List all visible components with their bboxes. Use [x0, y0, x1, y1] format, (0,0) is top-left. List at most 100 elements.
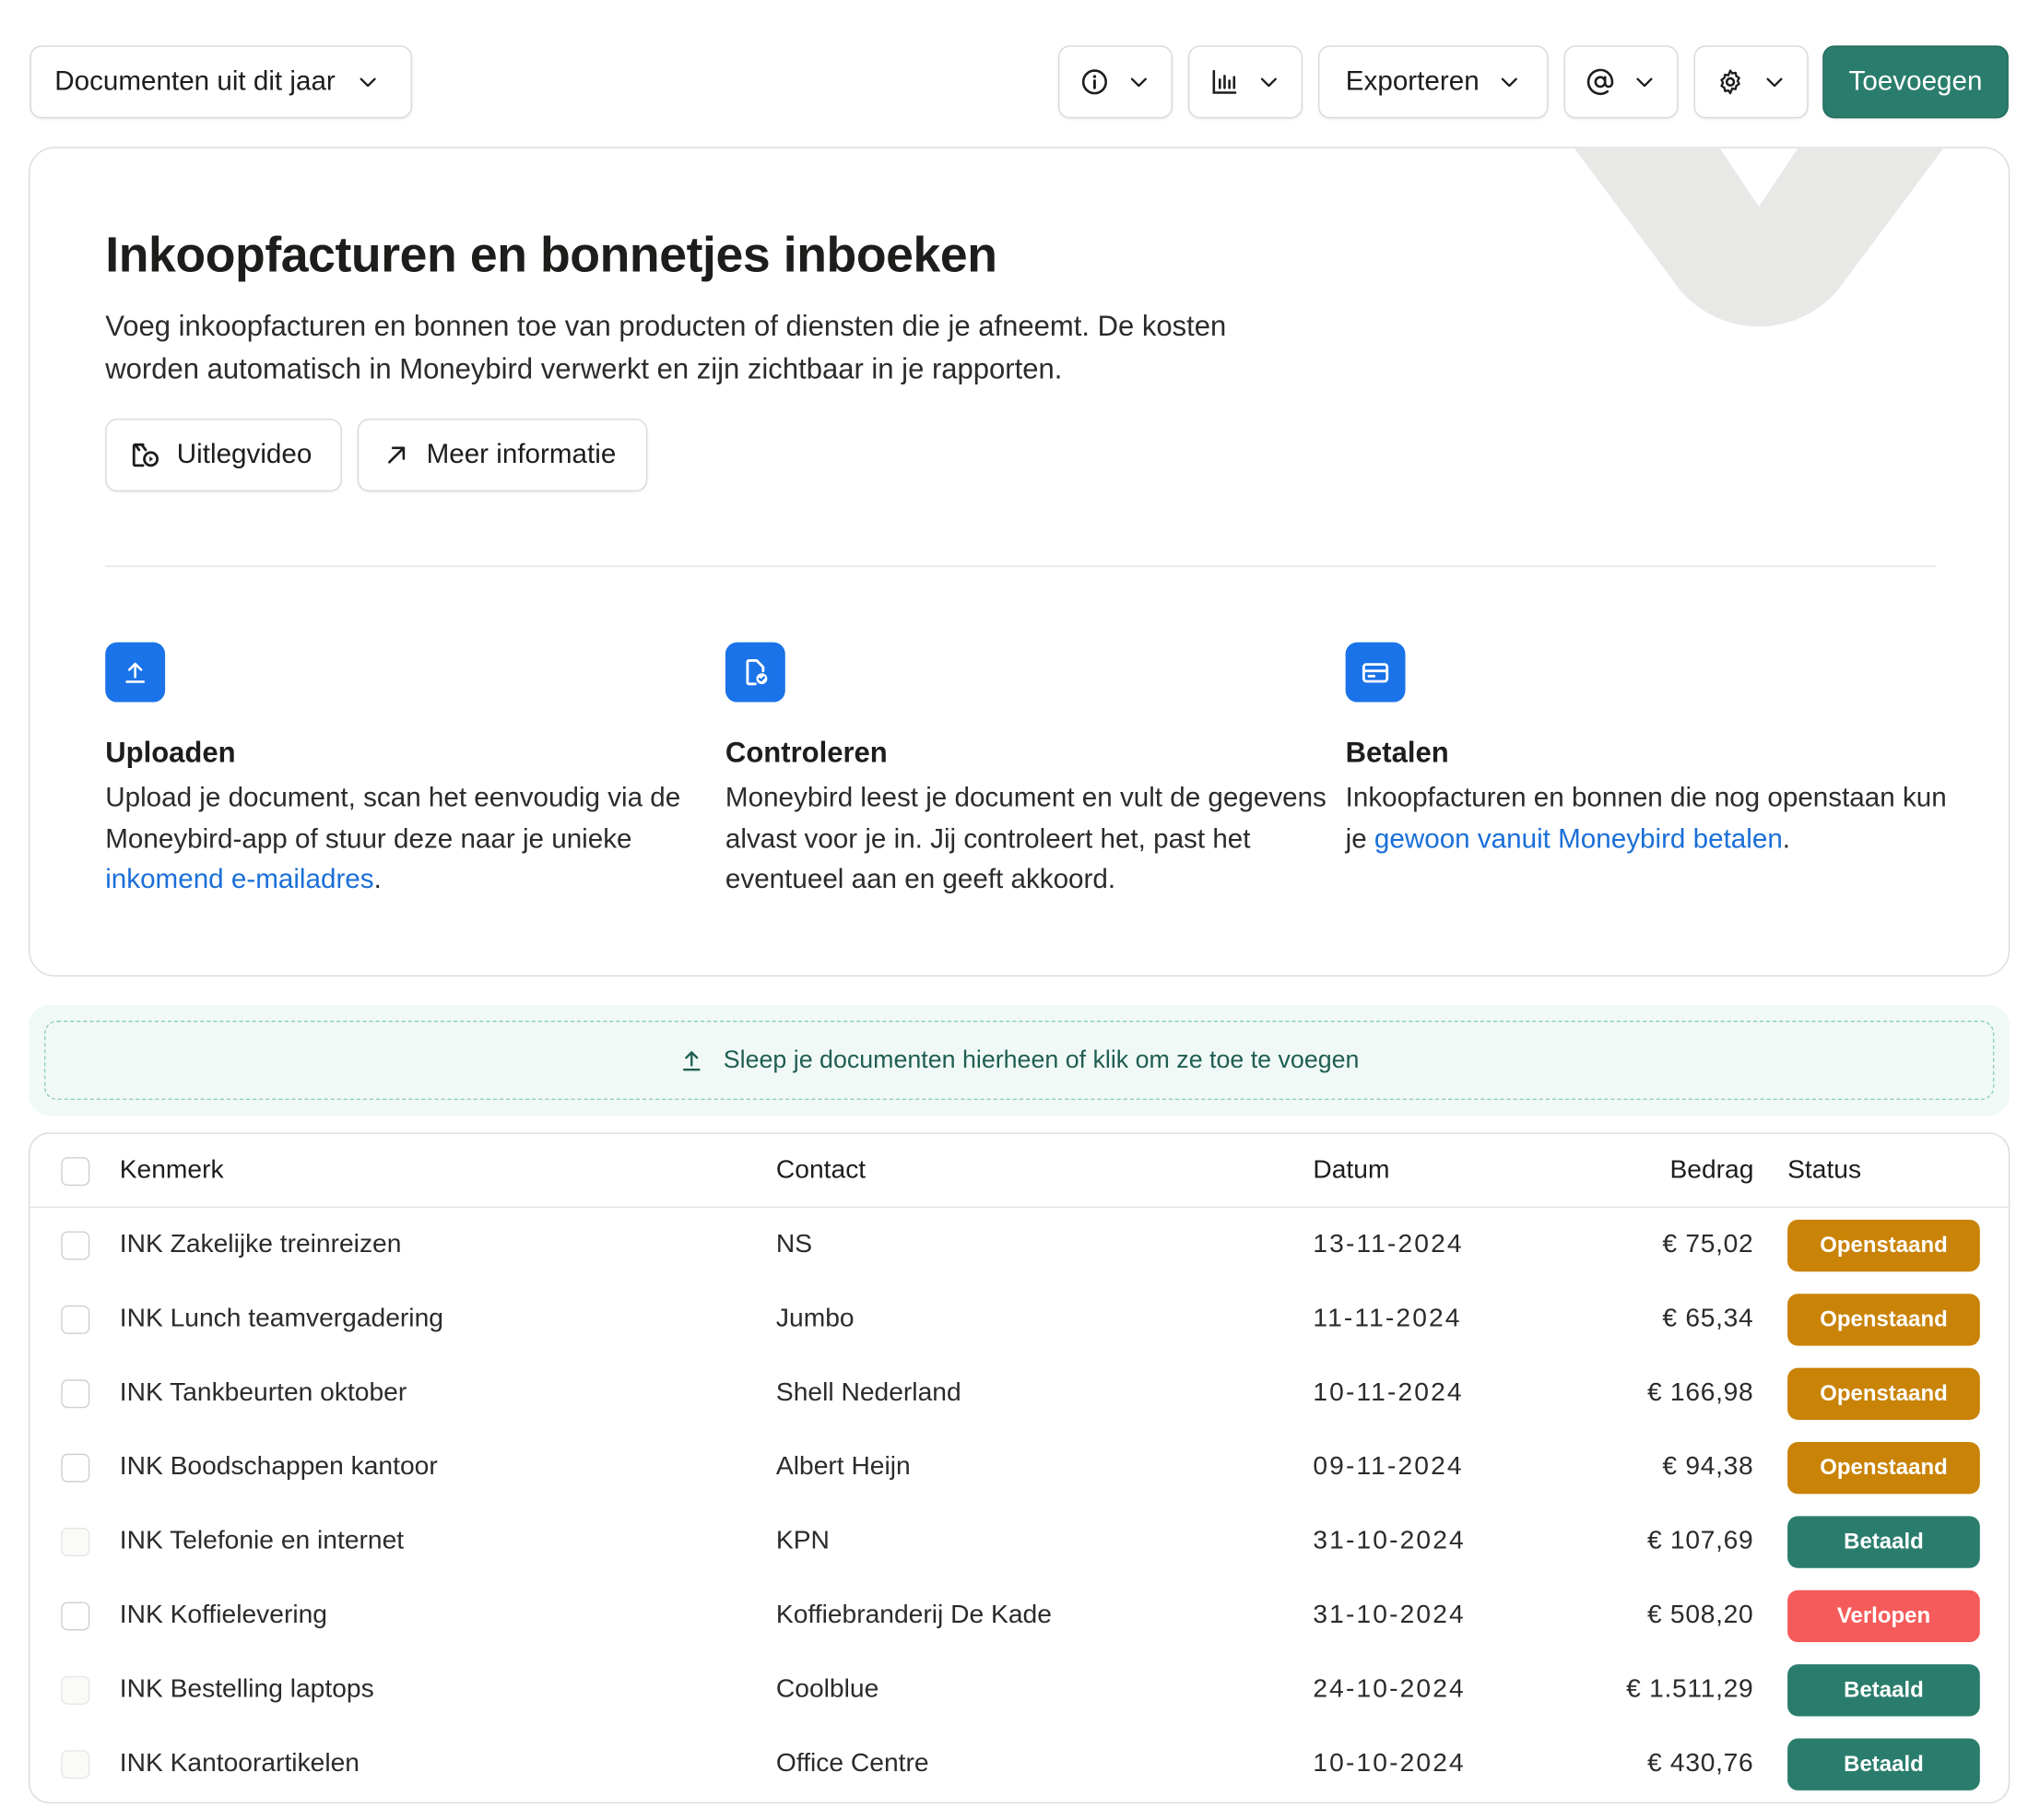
select-all-cell [61, 1134, 90, 1208]
table-row[interactable]: INK Tankbeurten oktober Shell Nederland 10… [29, 1356, 2008, 1430]
row-kenmerk: INK Telefonie en internet [119, 1526, 405, 1555]
chevron-down-icon [1497, 70, 1520, 93]
step-text-part: . [1782, 823, 1791, 854]
settings-dropdown-button[interactable] [1693, 45, 1809, 119]
row-checkbox[interactable] [61, 1527, 90, 1556]
row-status-cell: Betaald [1787, 1652, 1980, 1726]
chevron-down-icon [1763, 70, 1786, 93]
row-checkbox[interactable] [61, 1378, 90, 1408]
row-contact: Albert Heijn [775, 1452, 911, 1482]
row-status-cell: Betaald [1787, 1727, 1980, 1801]
row-bedrag: € 75,02 [1662, 1230, 1754, 1259]
row-checkbox[interactable] [61, 1749, 90, 1779]
more-info-label: Meer informatie [426, 439, 617, 470]
row-select-cell [61, 1578, 90, 1652]
row-status-cell: Openstaand [1787, 1356, 1980, 1430]
row-select-cell [61, 1356, 90, 1430]
row-checkbox[interactable] [61, 1305, 90, 1334]
column-header-bedrag[interactable]: Bedrag [1669, 1134, 1753, 1208]
row-kenmerk: INK Tankbeurten oktober [119, 1377, 407, 1407]
row-datum: 10-11-2024 [1313, 1377, 1464, 1407]
chevron-down-icon [1633, 70, 1656, 93]
chevron-down-icon [1127, 70, 1150, 93]
row-status-cell: Betaald [1787, 1505, 1980, 1578]
intro-line: worden automatisch in Moneybird verwerkt… [105, 352, 1063, 385]
column-header-contact[interactable]: Contact [776, 1134, 866, 1208]
moneybird-logo-decoration [1574, 148, 1944, 327]
add-document-button[interactable]: Toevoegen [1822, 45, 2009, 119]
step-title: Controleren [725, 736, 888, 769]
status-badge: Openstaand [1787, 1219, 1980, 1271]
select-all-checkbox[interactable] [61, 1156, 90, 1186]
page-title: Inkoopfacturen en bonnetjes inboeken [105, 229, 997, 284]
at-icon [1586, 67, 1615, 96]
table-row[interactable]: INK Boodschappen kantoor Albert Heijn 09-1… [29, 1430, 2008, 1504]
table-row[interactable]: INK Telefonie en internet KPN 31-10-2024 € … [29, 1505, 2008, 1578]
info-card: Inkoopfacturen en bonnetjes inboeken Voe… [29, 147, 2010, 977]
step-review: Controleren Moneybird leest je document … [725, 642, 1337, 901]
row-checkbox[interactable] [61, 1675, 90, 1705]
more-info-link[interactable]: Meer informatie [357, 419, 648, 492]
dropzone-container: Sleep je documenten hierheen of klik om … [29, 1005, 2010, 1117]
row-contact: NS [775, 1230, 813, 1259]
reports-dropdown-button[interactable] [1187, 45, 1303, 119]
chart-icon [1210, 67, 1239, 96]
row-kenmerk: INK Bestelling laptops [119, 1674, 374, 1704]
row-bedrag: € 508,20 [1646, 1601, 1754, 1630]
row-bedrag: € 65,34 [1662, 1304, 1754, 1333]
row-status-cell: Openstaand [1787, 1430, 1980, 1504]
email-dropdown-button[interactable] [1563, 45, 1679, 119]
table-row[interactable]: INK Lunch teamvergadering Jumbo 11-11-2024… [29, 1282, 2008, 1356]
step-text-part: Upload je document, scan het eenvoudig v… [105, 782, 681, 854]
table-row[interactable]: INK Zakelijke treinreizen NS 13-11-2024 € 7… [29, 1208, 2008, 1282]
status-badge: Verlopen [1787, 1590, 1980, 1642]
row-contact: Office Centre [775, 1748, 929, 1778]
status-badge: Openstaand [1787, 1441, 1980, 1494]
column-header-status[interactable]: Status [1787, 1134, 1980, 1208]
video-icon [130, 440, 161, 471]
row-status-cell: Openstaand [1787, 1208, 1980, 1282]
row-bedrag: € 94,38 [1662, 1452, 1754, 1482]
table-row[interactable]: INK Kantoorartikelen Office Centre 10-10-2… [29, 1727, 2008, 1801]
arrow-up-right-icon [383, 441, 411, 469]
pay-from-moneybird-link[interactable]: gewoon vanuit Moneybird betalen [1374, 823, 1783, 853]
export-label: Exporteren [1345, 65, 1480, 97]
info-dropdown-button[interactable] [1057, 45, 1173, 119]
row-bedrag: € 1.511,29 [1626, 1674, 1754, 1704]
incoming-email-link[interactable]: inkomend e-mailadres [105, 865, 373, 894]
period-filter-label: Documenten uit dit jaar [54, 65, 336, 97]
table-row[interactable]: INK Koffielevering Koffiebranderij De Kad… [29, 1578, 2008, 1652]
step-title: Uploaden [105, 736, 236, 769]
row-datum: 10-10-2024 [1313, 1748, 1466, 1778]
row-kenmerk: INK Boodschappen kantoor [119, 1452, 438, 1482]
chevron-down-icon [356, 70, 379, 93]
row-checkbox[interactable] [61, 1230, 90, 1259]
row-datum: 13-11-2024 [1313, 1230, 1464, 1259]
row-checkbox[interactable] [61, 1601, 90, 1630]
row-contact: Coolblue [775, 1674, 879, 1704]
upload-dropzone[interactable]: Sleep je documenten hierheen of klik om … [43, 1021, 1995, 1101]
row-contact: Koffiebranderij De Kade [775, 1601, 1052, 1630]
row-contact: KPN [775, 1526, 830, 1555]
dropzone-label: Sleep je documenten hierheen of klik om … [723, 1046, 1360, 1074]
period-filter-dropdown[interactable]: Documenten uit dit jaar [29, 45, 413, 119]
column-header-kenmerk[interactable]: Kenmerk [120, 1134, 224, 1208]
row-bedrag: € 166,98 [1646, 1377, 1754, 1407]
export-dropdown-button[interactable]: Exporteren [1318, 45, 1549, 119]
explainer-video-label: Uitlegvideo [176, 439, 312, 470]
step-title: Betalen [1345, 736, 1449, 769]
row-checkbox[interactable] [61, 1452, 90, 1482]
row-datum: 09-11-2024 [1313, 1452, 1464, 1482]
status-badge: Openstaand [1787, 1366, 1980, 1420]
table-row[interactable]: INK Bestelling laptops Coolblue 24-10-2024… [29, 1652, 2008, 1726]
intro-line: Voeg inkoopfacturen en bonnen toe van pr… [105, 309, 1227, 342]
row-datum: 31-10-2024 [1313, 1601, 1466, 1630]
row-bedrag: € 430,76 [1646, 1748, 1754, 1778]
row-datum: 11-11-2024 [1313, 1304, 1462, 1333]
row-select-cell [61, 1652, 90, 1726]
explainer-video-button[interactable]: Uitlegvideo [105, 419, 342, 492]
row-bedrag: € 107,69 [1646, 1526, 1754, 1555]
intro-text: Voeg inkoopfacturen en bonnen toe van pr… [105, 304, 1353, 390]
row-contact: Shell Nederland [775, 1377, 961, 1407]
column-header-datum[interactable]: Datum [1313, 1134, 1389, 1208]
